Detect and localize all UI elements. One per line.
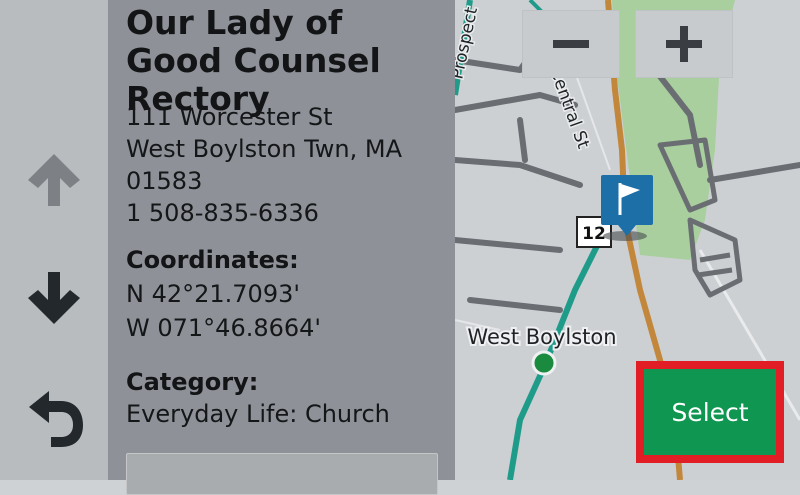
coordinates-heading: Coordinates: <box>126 246 299 274</box>
town-dot <box>531 350 557 376</box>
longitude-value: W 071°46.8664' <box>126 314 322 342</box>
zoom-in-button[interactable] <box>635 10 733 78</box>
location-info-panel: Our Lady of Good Counsel Rectory 111 Wor… <box>108 0 455 495</box>
town-label: West Boylston <box>467 325 616 349</box>
category-value: Everyday Life: Church <box>126 400 390 428</box>
zoom-out-button[interactable] <box>522 10 620 78</box>
svg-text:12: 12 <box>582 224 606 244</box>
address-line-1: 111 Worcester St <box>126 103 333 131</box>
address-zip: 01583 <box>126 167 203 195</box>
scroll-down-button[interactable] <box>14 258 94 338</box>
back-arrow-icon <box>29 391 83 447</box>
address-line-2: West Boylston Twn, MA <box>126 135 402 163</box>
minus-icon <box>553 40 589 48</box>
category-heading: Category: <box>126 368 259 396</box>
panel-action-button[interactable] <box>126 453 438 495</box>
scroll-up-button[interactable] <box>14 140 94 220</box>
left-nav-rail <box>0 0 108 480</box>
arrow-up-icon <box>28 154 80 206</box>
select-highlight: Select <box>636 361 784 463</box>
plus-icon <box>666 26 702 62</box>
phone-number: 1 508-835-6336 <box>126 199 319 227</box>
select-button[interactable]: Select <box>644 369 776 455</box>
back-button[interactable] <box>14 378 94 458</box>
latitude-value: N 42°21.7093' <box>126 280 300 308</box>
arrow-down-icon <box>28 272 80 324</box>
address-block: 111 Worcester St West Boylston Twn, MA 0… <box>126 101 402 229</box>
